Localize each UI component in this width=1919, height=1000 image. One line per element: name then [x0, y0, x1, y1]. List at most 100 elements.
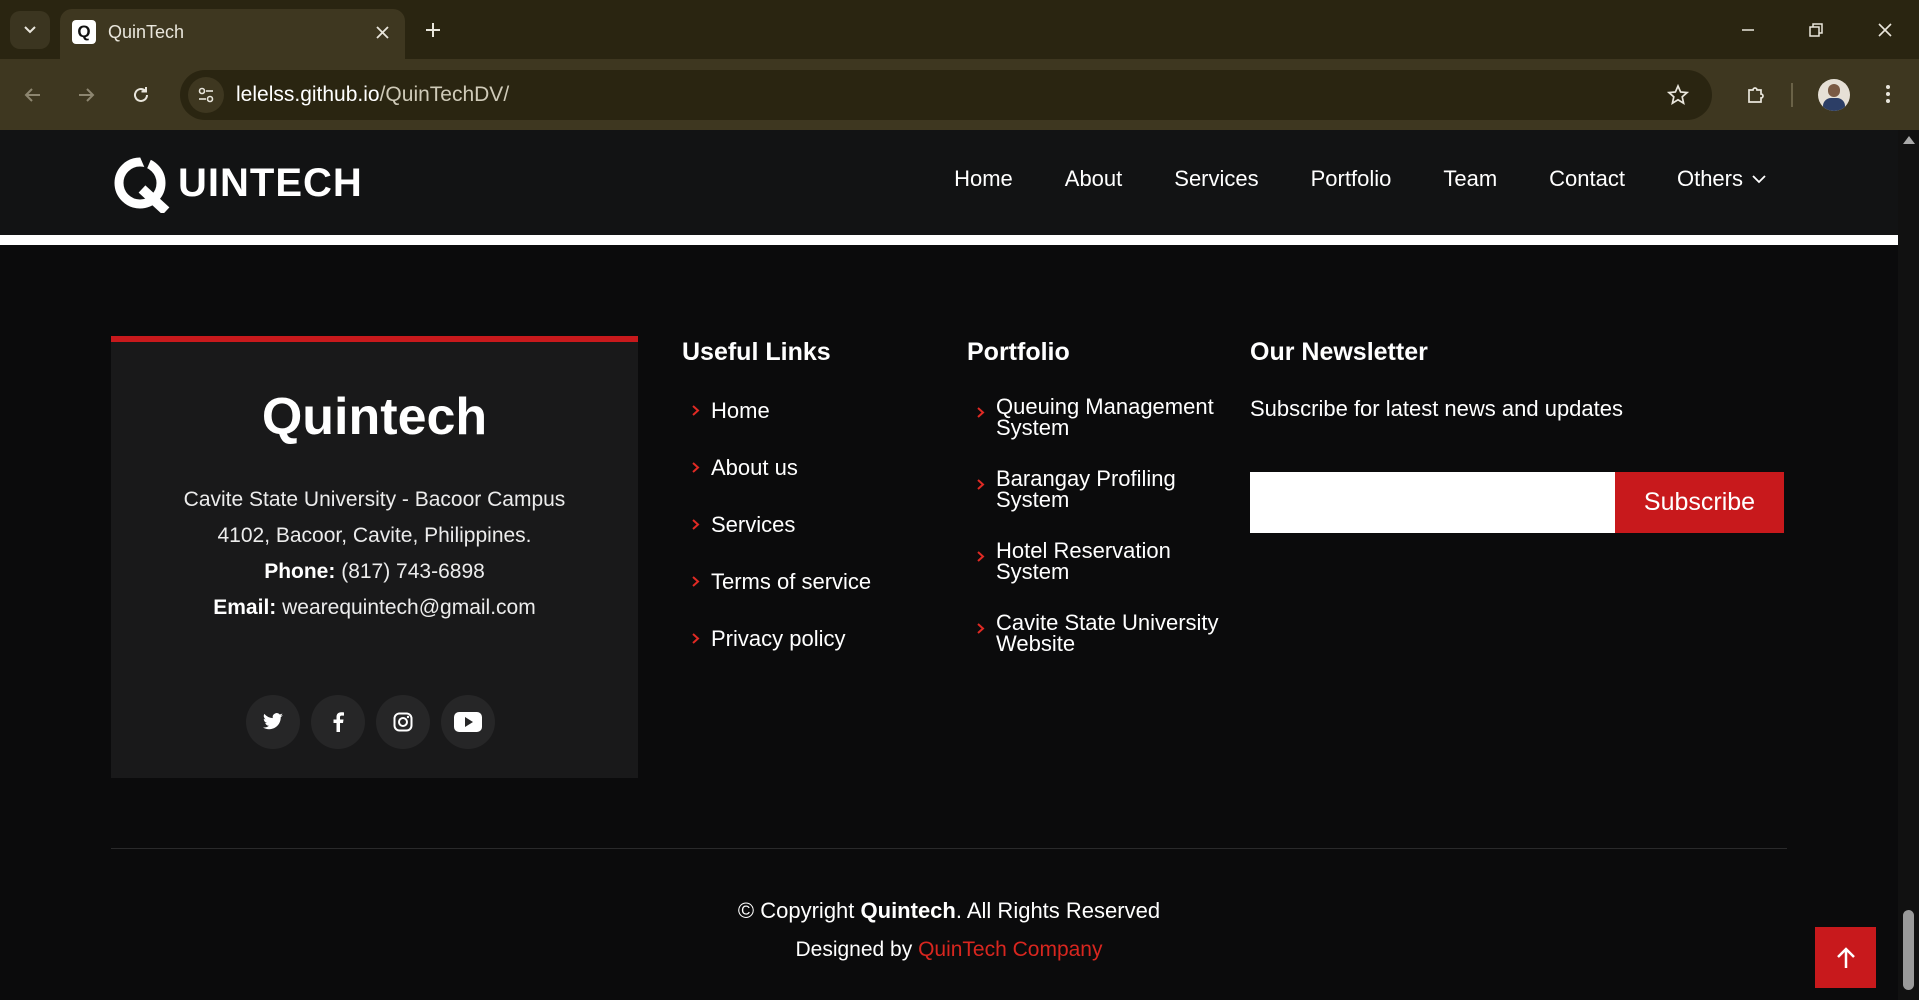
url-path: /QuinTechDV/	[379, 83, 510, 106]
nav-about[interactable]: About	[1065, 166, 1123, 192]
footer-contact-card: Quintech Cavite State University - Bacoo…	[111, 336, 638, 778]
more-vert-icon	[1886, 85, 1890, 103]
close-window-button[interactable]	[1867, 12, 1903, 48]
instagram-link[interactable]	[376, 695, 430, 749]
arrow-right-icon	[79, 88, 95, 102]
footer-link-services[interactable]: Services	[682, 512, 871, 569]
chevron-right-icon	[977, 623, 985, 634]
main-navigation: Home About Services Portfolio Team Conta…	[954, 166, 1767, 192]
close-icon	[375, 25, 389, 39]
footer-link-privacy[interactable]: Privacy policy	[682, 626, 871, 683]
nav-home[interactable]: Home	[954, 166, 1013, 192]
facebook-link[interactable]	[311, 695, 365, 749]
footer-link-label: Terms of service	[711, 569, 872, 594]
arrow-up-icon	[1836, 946, 1855, 968]
chevron-right-icon	[692, 576, 700, 587]
footer-link-label: Home	[711, 398, 770, 423]
designed-prefix: Designed by	[795, 938, 919, 961]
footer-link-label: About us	[711, 455, 798, 480]
back-button[interactable]	[14, 76, 52, 114]
copyright-text: © Copyright Quintech. All Rights Reserve…	[0, 898, 1898, 924]
portfolio-list: Queuing Management System Barangay Profil…	[967, 396, 1219, 684]
back-to-top-button[interactable]	[1815, 927, 1876, 988]
site-info-button[interactable]	[188, 77, 224, 113]
url-text: lelelss.github.io/QuinTechDV/	[236, 83, 509, 107]
chevron-right-icon	[977, 551, 985, 562]
puzzle-icon	[1748, 87, 1764, 103]
page-scrollbar[interactable]	[1898, 130, 1919, 1000]
twitter-link[interactable]	[246, 695, 300, 749]
scroll-up-arrow-icon[interactable]	[1903, 136, 1915, 144]
chevron-down-icon	[24, 26, 36, 34]
portfolio-item-line: Queuing Management	[996, 394, 1214, 419]
chevron-down-icon	[1752, 175, 1766, 184]
copyright-prefix: © Copyright	[737, 898, 861, 923]
new-tab-button[interactable]	[418, 15, 448, 45]
portfolio-item[interactable]: Hotel Reservation System	[967, 540, 1219, 612]
quintech-logo[interactable]: UINTECH	[112, 153, 363, 213]
copyright-brand: Quintech	[860, 898, 956, 923]
footer-address: Cavite State University - Bacoor Campus …	[111, 482, 638, 554]
restore-button[interactable]	[1798, 12, 1834, 48]
useful-links-title: Useful Links	[682, 338, 831, 366]
quintech-favicon-icon: Q	[72, 20, 96, 44]
youtube-icon	[454, 712, 482, 732]
browser-toolbar: lelelss.github.io/QuinTechDV/	[0, 59, 1919, 130]
nav-team[interactable]: Team	[1443, 166, 1497, 192]
portfolio-item[interactable]: Barangay Profiling System	[967, 468, 1219, 540]
profile-avatar[interactable]	[1818, 79, 1850, 111]
footer-contact-info: Phone: (817) 743-6898 Email: wearequinte…	[111, 554, 638, 626]
portfolio-item[interactable]: Queuing Management System	[967, 396, 1219, 468]
designed-by-text: Designed by QuinTech Company	[0, 938, 1898, 962]
reload-button[interactable]	[122, 76, 160, 114]
portfolio-title: Portfolio	[967, 338, 1070, 366]
footer-link-label: Privacy policy	[711, 626, 846, 651]
nav-others-dropdown[interactable]: Others	[1677, 166, 1767, 192]
logo-text: UINTECH	[178, 160, 363, 205]
forward-button[interactable]	[67, 76, 105, 114]
subscribe-button[interactable]: Subscribe	[1615, 472, 1784, 533]
chevron-right-icon	[692, 519, 700, 530]
address-line-1: Cavite State University - Bacoor Campus	[183, 488, 566, 511]
address-bar[interactable]: lelelss.github.io/QuinTechDV/	[180, 70, 1712, 120]
browser-tab-bar: Q QuinTech	[0, 0, 1919, 59]
portfolio-item[interactable]: Cavite State University Website	[967, 612, 1219, 684]
arrow-left-icon	[24, 88, 40, 102]
tab-search-button[interactable]	[10, 11, 50, 49]
chevron-right-icon	[977, 407, 985, 418]
nav-services[interactable]: Services	[1174, 166, 1258, 192]
scrollbar-thumb[interactable]	[1903, 910, 1914, 990]
email-value: wearequintech@gmail.com	[282, 596, 536, 619]
browser-tab[interactable]: Q QuinTech	[60, 9, 405, 59]
plus-icon	[426, 23, 440, 37]
minimize-icon	[1742, 29, 1754, 31]
nav-others-label: Others	[1676, 166, 1743, 191]
toolbar-separator	[1791, 83, 1793, 107]
nav-contact[interactable]: Contact	[1549, 166, 1625, 192]
address-line-2: 4102, Bacoor, Cavite, Philippines.	[217, 524, 532, 547]
newsletter-email-input[interactable]	[1250, 472, 1615, 533]
extensions-button[interactable]	[1738, 76, 1774, 112]
newsletter-description: Subscribe for latest news and updates	[1250, 396, 1624, 421]
star-icon	[1667, 84, 1689, 105]
url-host: lelelss.github.io	[236, 83, 380, 106]
browser-menu-button[interactable]	[1870, 76, 1906, 112]
nav-portfolio[interactable]: Portfolio	[1311, 166, 1392, 192]
youtube-link[interactable]	[441, 695, 495, 749]
chevron-right-icon	[692, 633, 700, 644]
copyright-suffix: . All Rights Reserved	[955, 898, 1161, 923]
section-divider-band	[0, 235, 1898, 245]
bookmark-button[interactable]	[1664, 81, 1692, 109]
footer-link-terms[interactable]: Terms of service	[682, 569, 871, 626]
footer-link-about-us[interactable]: About us	[682, 455, 871, 512]
page-viewport: UINTECH Home About Services Portfolio Te…	[0, 130, 1898, 1000]
footer-brand-title: Quintech	[261, 388, 488, 446]
tab-close-button[interactable]	[371, 21, 393, 43]
footer-link-home[interactable]: Home	[682, 398, 871, 455]
reload-icon	[134, 87, 148, 102]
portfolio-item-line: System	[996, 559, 1070, 584]
designer-link[interactable]: QuinTech Company	[918, 938, 1102, 961]
portfolio-item-line: Cavite State University	[996, 610, 1219, 635]
minimize-button[interactable]	[1730, 12, 1766, 48]
footer-link-label: Services	[711, 512, 796, 537]
